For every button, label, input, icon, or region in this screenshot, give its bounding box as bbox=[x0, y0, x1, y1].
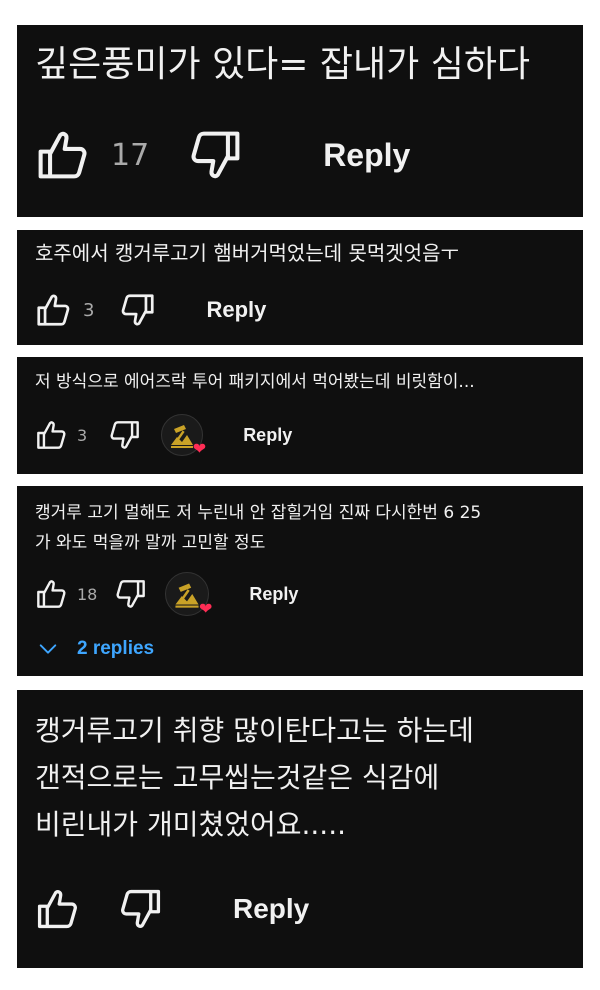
reply-button[interactable]: Reply bbox=[249, 584, 298, 605]
thumbs-down-icon[interactable] bbox=[119, 887, 163, 931]
thumbs-up-icon[interactable] bbox=[35, 578, 67, 610]
thumbs-up-icon[interactable] bbox=[35, 887, 79, 931]
comment-actions: 18 ❤ Reply bbox=[35, 572, 298, 618]
thumbs-down-icon[interactable] bbox=[109, 419, 141, 451]
reply-button[interactable]: Reply bbox=[323, 137, 410, 174]
chevron-down-icon bbox=[39, 644, 57, 654]
comment-card: 캥거루고기 취향 많이탄다고는 하는데 갠적으로는 고무씹는것같은 식감에 비린… bbox=[17, 690, 583, 968]
comment-text: 캥거루고기 취향 많이탄다고는 하는데 갠적으로는 고무씹는것같은 식감에 비린… bbox=[35, 714, 474, 841]
comment-text: 저 방식으로 에어즈락 투어 패키지에서 먹어봤는데 비릿함이... bbox=[35, 372, 475, 392]
like-count: 3 bbox=[77, 425, 88, 445]
like-count: 17 bbox=[111, 137, 150, 173]
comment-actions: 3 Reply bbox=[35, 292, 266, 328]
reply-button[interactable]: Reply bbox=[206, 297, 266, 323]
heart-icon: ❤ bbox=[198, 599, 213, 618]
thumbs-up-icon[interactable] bbox=[35, 128, 89, 182]
comment-text: 호주에서 캥거루고기 햄버거먹었는데 못먹겟엇음ㅜ bbox=[35, 241, 459, 265]
comment-card: 저 방식으로 에어즈락 투어 패키지에서 먹어봤는데 비릿함이... 3 ❤ R… bbox=[17, 357, 583, 474]
comment-text: 깊은풍미가 있다= 잡내가 심하다 bbox=[35, 44, 531, 85]
creator-avatar[interactable]: ❤ bbox=[161, 414, 207, 458]
thumbs-up-icon[interactable] bbox=[35, 419, 67, 451]
reply-button[interactable]: Reply bbox=[243, 425, 292, 446]
comment-actions: Reply bbox=[35, 886, 309, 932]
thumbs-down-icon[interactable] bbox=[115, 578, 147, 610]
replies-toggle[interactable]: 2 replies bbox=[37, 638, 154, 660]
comment-card: 호주에서 캥거루고기 햄버거먹었는데 못먹겟엇음ㅜ 3 Reply bbox=[17, 230, 583, 345]
comment-actions: 17 Reply bbox=[35, 128, 410, 182]
like-count: 18 bbox=[77, 584, 98, 604]
like-count: 3 bbox=[83, 299, 95, 321]
comment-actions: 3 ❤ Reply bbox=[35, 414, 292, 458]
replies-label: 2 replies bbox=[77, 638, 155, 659]
heart-icon: ❤ bbox=[192, 439, 207, 458]
thumbs-up-icon[interactable] bbox=[35, 292, 71, 328]
creator-avatar[interactable]: ❤ bbox=[165, 572, 213, 618]
thumbs-down-icon[interactable] bbox=[189, 128, 243, 182]
comment-text: 캥거루 고기 멀해도 저 누린내 안 잡힐거임 진짜 다시한번 6 25 가 와… bbox=[35, 503, 482, 553]
comment-card: 깊은풍미가 있다= 잡내가 심하다 17 Reply bbox=[17, 25, 583, 217]
thumbs-down-icon[interactable] bbox=[120, 292, 156, 328]
comment-card: 캥거루 고기 멀해도 저 누린내 안 잡힐거임 진짜 다시한번 6 25 가 와… bbox=[17, 486, 583, 676]
reply-button[interactable]: Reply bbox=[233, 893, 309, 925]
